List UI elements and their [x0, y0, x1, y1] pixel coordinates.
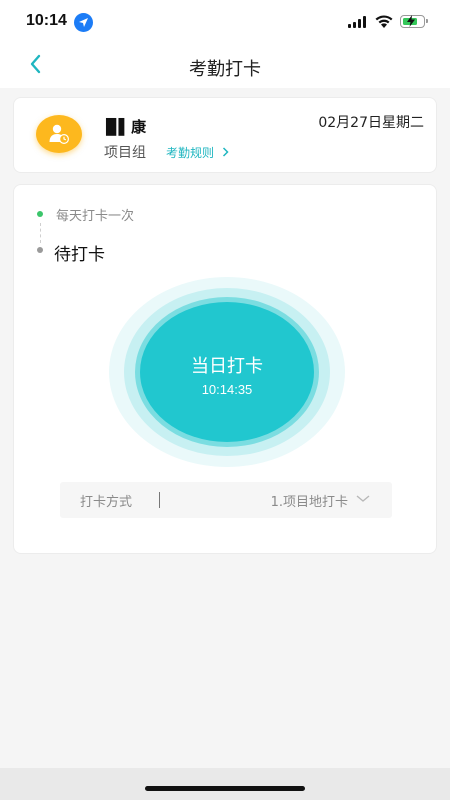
- page-title: 考勤打卡: [189, 59, 261, 80]
- timeline-dot-active: [37, 211, 43, 217]
- chevron-right-icon: [222, 147, 229, 157]
- punch-button-halo: 当日打卡 10:14:35: [109, 277, 345, 467]
- punch-method-label: 打卡方式: [80, 495, 133, 510]
- timeline-line: [39, 223, 41, 243]
- punch-in-label: 当日打卡: [191, 356, 263, 377]
- punch-method-divider: [159, 492, 160, 508]
- user-name: ▉▌康: [106, 118, 148, 136]
- timeline-dot-pending: [37, 247, 43, 253]
- nav-bar: 考勤打卡: [0, 44, 450, 88]
- profile-card: ▉▌康 项目组 考勤规则 02月27日星期二: [13, 97, 437, 173]
- home-indicator[interactable]: [145, 786, 305, 791]
- project-group: 项目组: [104, 145, 146, 161]
- user-clock-icon: [49, 124, 69, 144]
- punch-method-select[interactable]: 打卡方式 1.项目地打卡: [60, 482, 392, 518]
- signal-icon: [348, 16, 368, 28]
- avatar: [36, 115, 82, 153]
- punch-in-button[interactable]: 当日打卡 10:14:35: [140, 302, 314, 442]
- wifi-icon: [375, 15, 393, 28]
- pending-status-text: 待打卡: [54, 245, 105, 265]
- battery-icon: [400, 15, 428, 28]
- date-text: 02月27日星期二: [318, 115, 424, 131]
- attendance-rule-text: 每天打卡一次: [56, 209, 135, 224]
- location-icon: [74, 13, 93, 32]
- attendance-rules-link[interactable]: 考勤规则: [166, 144, 229, 161]
- attendance-card: 每天打卡一次 待打卡 当日打卡 10:14:35 打卡方式 1.项目地打卡: [13, 184, 437, 554]
- status-bar: 10:14: [0, 0, 450, 44]
- status-time: 10:14: [26, 12, 67, 29]
- punch-method-value: 1.项目地打卡: [270, 495, 348, 510]
- chevron-down-icon: [356, 495, 370, 502]
- bottom-bar: [0, 768, 450, 800]
- punch-in-time: 10:14:35: [201, 382, 253, 397]
- attendance-rules-label: 考勤规则: [166, 146, 215, 160]
